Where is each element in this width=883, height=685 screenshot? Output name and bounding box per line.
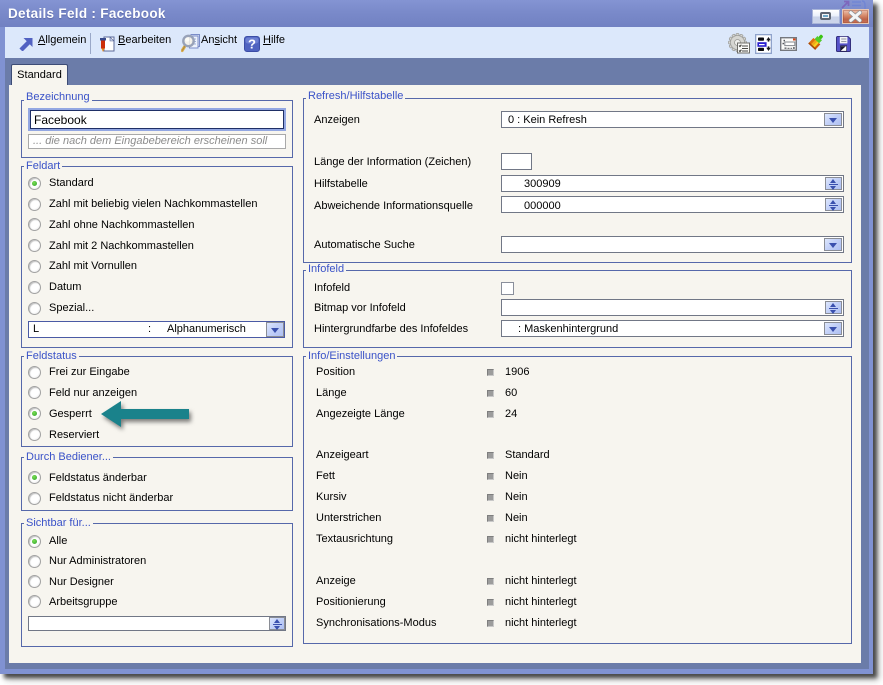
svg-text:?: ? xyxy=(248,37,256,52)
